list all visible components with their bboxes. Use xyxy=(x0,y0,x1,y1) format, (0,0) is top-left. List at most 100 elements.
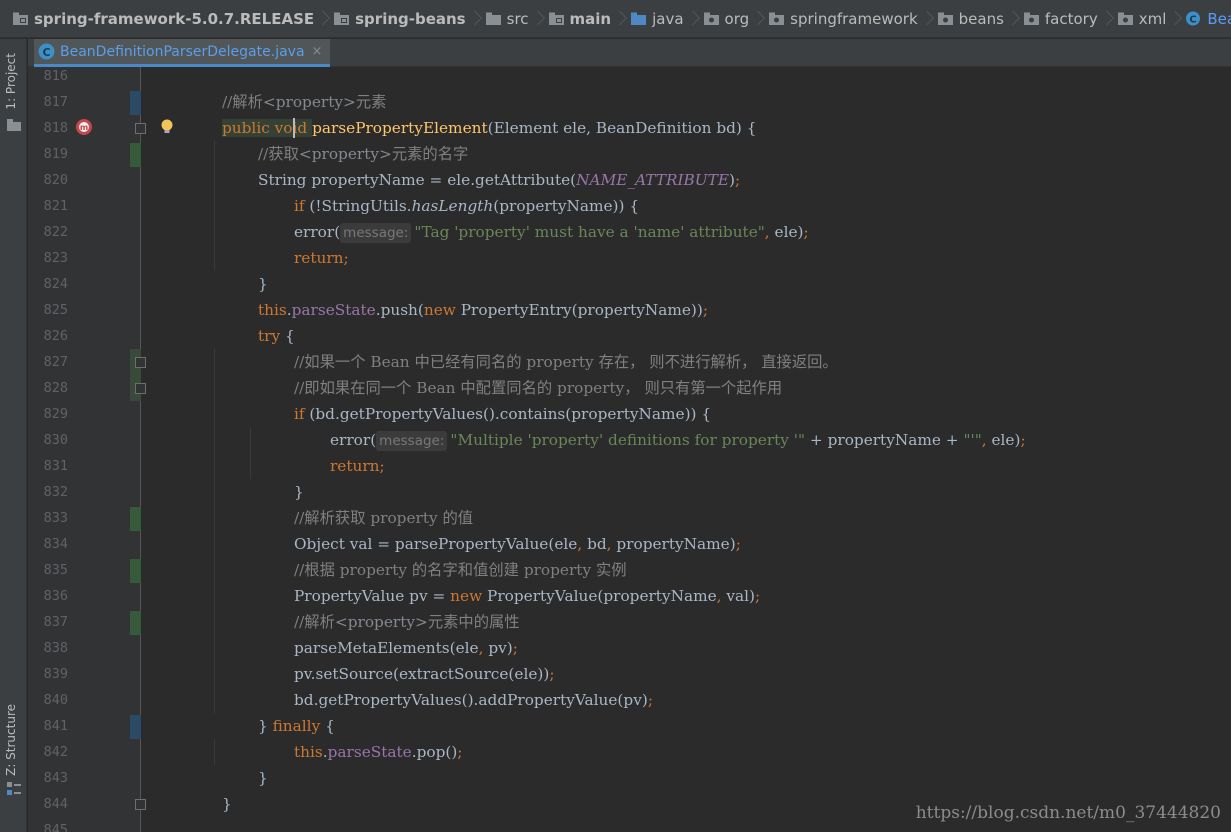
code-token: , xyxy=(716,587,727,605)
code-line[interactable]: if (bd.getPropertyValues().contains(prop… xyxy=(294,401,711,427)
code-token: pv.setSource(extractSource(ele)) xyxy=(294,665,550,683)
breadcrumb-item[interactable]: main xyxy=(548,0,611,37)
breadcrumb-item[interactable]: beans xyxy=(937,0,1004,37)
vcs-change-marker[interactable] xyxy=(130,143,141,167)
code-token: PropertyEntry(propertyName)) xyxy=(460,301,703,319)
svg-text:C: C xyxy=(1190,15,1197,26)
package-icon xyxy=(937,12,953,25)
code-token: PropertyValue pv = xyxy=(294,587,451,605)
structure-tool-window-button[interactable]: Z: Structure xyxy=(4,704,18,776)
line-number: 821 xyxy=(43,198,68,214)
line-number: 838 xyxy=(43,640,68,656)
breadcrumb-item[interactable]: spring-framework-5.0.7.RELEASE xyxy=(12,0,314,37)
code-token: error( xyxy=(294,223,341,241)
code-line[interactable]: } xyxy=(294,479,304,505)
breadcrumb-item[interactable]: org xyxy=(703,0,749,37)
breadcrumb-item[interactable]: springframework xyxy=(768,0,918,37)
navigation-breadcrumb-bar: spring-framework-5.0.7.RELEASE spring-bea… xyxy=(0,0,1231,38)
code-token: ; xyxy=(803,223,809,241)
code-line[interactable]: //如果一个 Bean 中已经有同名的 property 存在， 则不进行解析，… xyxy=(294,349,838,375)
package-icon xyxy=(1117,12,1133,25)
vcs-change-marker[interactable] xyxy=(130,611,141,635)
code-token: ; xyxy=(735,535,741,553)
code-token: //即如果在同一个 Bean 中配置同名的 property， 则只有第一个起作… xyxy=(294,379,783,397)
indent-guide xyxy=(214,739,215,765)
code-token: new xyxy=(423,301,461,319)
code-editor[interactable]: 816 817 818 819 820 821 822 823 824 825 826 827 828 8… xyxy=(28,67,1231,832)
code-line[interactable]: //根据 property 的名字和值创建 property 实例 xyxy=(294,557,627,583)
breadcrumb-item[interactable]: factory xyxy=(1023,0,1098,37)
code-token: //解析 xyxy=(222,93,263,111)
code-line[interactable]: parseMetaElements(ele, pv); xyxy=(294,635,518,661)
code-line[interactable]: //解析<property>元素中的属性 xyxy=(294,609,520,635)
code-token: "'" xyxy=(963,431,982,449)
code-line[interactable]: bd.getPropertyValues().addPropertyValue(… xyxy=(294,687,653,713)
code-line[interactable]: error(message: "Tag 'property' must have … xyxy=(294,219,809,245)
code-line[interactable]: try { xyxy=(258,323,295,349)
line-number: 818 xyxy=(43,120,68,136)
code-line[interactable]: //解析<property>元素 xyxy=(222,89,386,115)
breadcrumb-separator-icon xyxy=(1102,0,1112,37)
intention-bulb-icon[interactable] xyxy=(160,118,174,136)
structure-tool-label: Z: Structure xyxy=(4,704,18,776)
line-number: 834 xyxy=(43,536,68,552)
line-number: 836 xyxy=(43,588,68,604)
code-line[interactable]: } xyxy=(258,271,268,297)
line-number: 823 xyxy=(43,250,68,266)
project-tool-window-button[interactable]: 1: Project xyxy=(4,53,18,110)
code-line[interactable]: return; xyxy=(330,453,385,479)
code-line[interactable]: } xyxy=(258,765,268,791)
breadcrumb-item[interactable]: src xyxy=(485,0,529,37)
editor-tab-bar: C BeanDefinitionParserDelegate.java × xyxy=(28,39,1231,67)
close-tab-icon[interactable]: × xyxy=(312,44,323,59)
code-line[interactable]: if (!StringUtils.hasLength(propertyName)… xyxy=(294,193,639,219)
vcs-change-marker[interactable] xyxy=(130,507,141,531)
code-line[interactable]: PropertyValue pv = new PropertyValue(pro… xyxy=(294,583,760,609)
breadcrumb-separator-icon xyxy=(318,0,328,37)
code-token: new xyxy=(450,587,488,605)
code-token: //解析 xyxy=(294,613,335,631)
fold-method-end-icon[interactable] xyxy=(135,799,146,810)
code-token: this xyxy=(258,301,287,319)
code-line[interactable]: } finally { xyxy=(258,713,335,739)
vcs-change-marker[interactable] xyxy=(130,559,141,583)
code-line[interactable]: this.parseState.push(new PropertyEntry(p… xyxy=(258,297,708,323)
code-token: + propertyName + xyxy=(809,431,964,449)
code-token: , xyxy=(478,639,489,657)
fold-comment-end-icon[interactable] xyxy=(135,383,146,394)
code-token: finally xyxy=(272,717,326,735)
code-line[interactable]: Object val = parsePropertyValue(ele, bd,… xyxy=(294,531,741,557)
code-token: String propertyName = ele.getAttribute( xyxy=(258,171,577,189)
module-folder-icon xyxy=(548,12,564,25)
vcs-change-marker[interactable] xyxy=(130,715,141,739)
code-line[interactable]: String propertyName = ele.getAttribute(N… xyxy=(258,167,740,193)
method-annotation-icon[interactable]: m xyxy=(75,118,93,136)
fold-comment-icon[interactable] xyxy=(135,357,146,368)
fold-method-icon[interactable] xyxy=(135,123,146,134)
code-token: ; xyxy=(735,171,741,189)
code-line[interactable]: return; xyxy=(294,245,349,271)
code-line[interactable]: pv.setSource(extractSource(ele)); xyxy=(294,661,554,687)
breadcrumb-separator-icon xyxy=(688,0,698,37)
code-token: } xyxy=(222,795,232,813)
editor-tab-bean-definition-parser-delegate[interactable]: C BeanDefinitionParserDelegate.java × xyxy=(34,39,331,67)
code-token: , xyxy=(606,535,617,553)
line-number: 817 xyxy=(43,94,68,110)
vcs-change-marker[interactable] xyxy=(130,91,141,115)
breadcrumb-item[interactable]: spring-beans xyxy=(333,0,466,37)
line-number: 839 xyxy=(43,666,68,682)
code-line[interactable]: //获取<property>元素的名字 xyxy=(258,141,468,167)
code-token: bd xyxy=(587,535,607,553)
line-number: 841 xyxy=(43,718,68,734)
line-number: 842 xyxy=(43,744,68,760)
breadcrumb-item[interactable]: xml xyxy=(1117,0,1166,37)
breadcrumb-item[interactable]: C BeanDefinitionParserDelegate xyxy=(1185,0,1231,37)
code-line[interactable]: error(message: "Multiple 'property' defin… xyxy=(330,427,1026,453)
code-line[interactable]: } xyxy=(222,791,232,817)
code-line[interactable]: this.parseState.pop(); xyxy=(294,739,462,765)
code-line[interactable]: //解析获取 property 的值 xyxy=(294,505,473,531)
code-line[interactable]: //即如果在同一个 Bean 中配置同名的 property， 则只有第一个起作… xyxy=(294,375,782,401)
source-folder-icon xyxy=(631,12,647,25)
breadcrumb-item[interactable]: java xyxy=(630,0,684,37)
code-line[interactable]: public void parsePropertyElement(Element… xyxy=(222,115,757,141)
